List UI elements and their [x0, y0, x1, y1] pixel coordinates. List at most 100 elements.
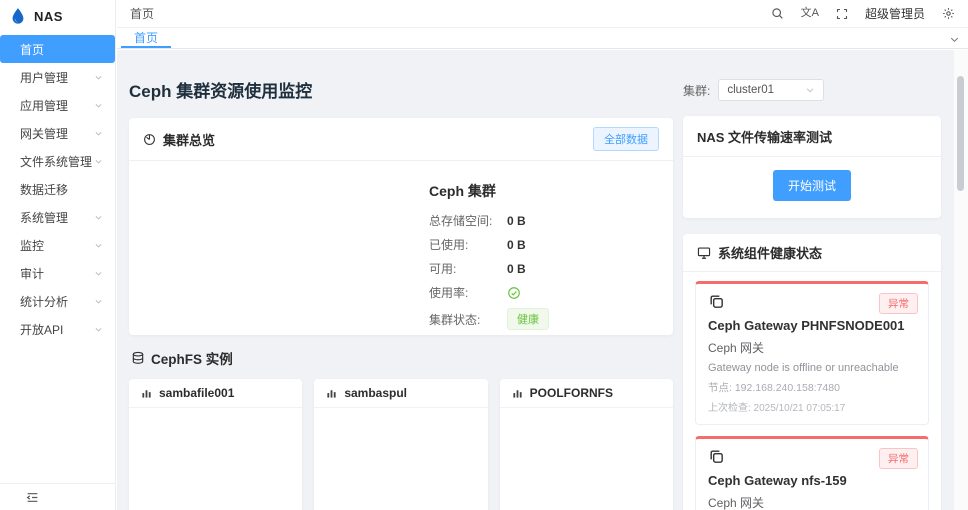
- sidebar-item-0[interactable]: 首页: [0, 35, 115, 63]
- status-badge: 健康: [507, 308, 549, 330]
- stat-row: 总存储空间: 0 B: [429, 212, 673, 229]
- sidebar-item-10[interactable]: 开放API: [0, 315, 115, 343]
- gateway-type: Ceph 网关: [708, 341, 765, 355]
- stat-label: 总存储空间:: [429, 214, 493, 228]
- gateway-name: Ceph Gateway PHNFSNODE001: [708, 318, 905, 333]
- sidebar-item-3[interactable]: 网关管理: [0, 119, 115, 147]
- instance-name: sambaspul: [344, 386, 408, 400]
- sidebar-item-8[interactable]: 审计: [0, 259, 115, 287]
- sidebar-item-label: 监控: [20, 238, 45, 253]
- instance-card-header: sambaspul: [314, 379, 488, 408]
- username[interactable]: 超级管理员: [865, 5, 925, 22]
- instance-card: sambaspul: [314, 379, 488, 510]
- sidebar-item-label: 文件系统管理: [20, 154, 93, 169]
- health-status-card: 系统组件健康状态 异常 Ceph Gateway PHNFSNODE001 Ceph…: [683, 234, 941, 510]
- all-data-button[interactable]: 全部数据: [593, 127, 659, 151]
- gateway-card-list: 异常 Ceph Gateway PHNFSNODE001 Ceph 网关 Gatewa…: [683, 272, 941, 510]
- sidebar-item-9[interactable]: 统计分析: [0, 287, 115, 315]
- cluster-info: Ceph 集群 总存储空间: 0 B 已使用: 0 B 可用: 0 B 使用率: 集群状态…: [429, 181, 673, 330]
- start-test-button[interactable]: 开始测试: [772, 170, 851, 201]
- sidebar: NAS 首页用户管理应用管理网关管理文件系统管理 数据迁移系统管理监控审计统计分析…: [0, 0, 116, 510]
- instance-card-header: sambafile001: [129, 379, 303, 408]
- bar-chart-icon: [512, 388, 523, 399]
- instance-card: POOLFORNFS: [499, 379, 673, 510]
- sidebar-item-5[interactable]: 数据迁移: [0, 175, 115, 203]
- app-root: NAS 首页用户管理应用管理网关管理文件系统管理 数据迁移系统管理监控审计统计分析…: [0, 0, 968, 510]
- chevron-down-icon: [94, 129, 103, 138]
- tab-home[interactable]: 首页: [121, 28, 172, 48]
- storage-icon: [131, 351, 145, 365]
- overview-title: 集群总览: [163, 132, 216, 148]
- cephfs-instances: sambafile001 sambaspul POOLFORNFS: [129, 379, 673, 510]
- fullscreen-icon[interactable]: [836, 8, 848, 20]
- stat-value: 0 B: [507, 261, 526, 276]
- sidebar-item-label: 数据迁移: [20, 182, 69, 197]
- usage-row: 使用率:: [429, 284, 673, 301]
- chevron-down-icon: [94, 241, 103, 250]
- stat-row: 已使用: 0 B: [429, 236, 673, 253]
- breadcrumb[interactable]: 首页: [130, 5, 154, 22]
- tabbar-chevron-down-icon[interactable]: [949, 32, 960, 50]
- main-content: Ceph 集群资源使用监控 集群总览 全部数据 Ceph 集群 总存储空间: 0 …: [117, 50, 968, 510]
- sidebar-item-label: 统计分析: [20, 294, 69, 309]
- scrollbar-thumb[interactable]: [957, 76, 964, 191]
- status-label: 集群状态:: [429, 312, 481, 327]
- speed-test-card: NAS 文件传输速率测试 开始测试: [683, 116, 941, 218]
- gear-icon[interactable]: [942, 7, 955, 20]
- cluster-overview-card: 集群总览 全部数据 Ceph 集群 总存储空间: 0 B 已使用: 0 B 可用: 0 B…: [129, 118, 673, 335]
- bar-chart-icon: [141, 388, 152, 399]
- tabbar: 首页: [117, 28, 968, 49]
- stat-value: 0 B: [507, 237, 526, 252]
- sidebar-footer: [0, 483, 115, 510]
- search-icon[interactable]: [771, 7, 784, 20]
- sidebar-item-label: 应用管理: [20, 98, 69, 113]
- status-row: 集群状态: 健康: [429, 308, 673, 330]
- speed-test-header: NAS 文件传输速率测试: [683, 116, 941, 157]
- instance-name: sambafile001: [159, 386, 235, 400]
- check-circle-icon: [507, 286, 521, 300]
- stat-label: 可用:: [429, 262, 457, 276]
- stat-value: 0 B: [507, 213, 526, 228]
- chevron-down-icon: [94, 157, 103, 166]
- topbar-actions: 文A 超级管理员: [771, 5, 955, 22]
- logo: NAS: [0, 0, 115, 32]
- sidebar-item-2[interactable]: 应用管理: [0, 91, 115, 119]
- sidebar-item-label: 审计: [20, 266, 45, 281]
- sidebar-item-label: 系统管理: [20, 210, 69, 225]
- gateway-status-badge: 异常: [879, 448, 918, 469]
- overview-card-header: 集群总览 全部数据: [129, 118, 673, 161]
- gateway-message: Gateway node is offline or unreachable: [708, 362, 899, 374]
- cluster-select-value: cluster01: [727, 84, 775, 96]
- sidebar-item-4[interactable]: 文件系统管理: [0, 147, 115, 175]
- gateway-node: 节点: 192.168.240.158:7480: [708, 382, 840, 394]
- cluster-stats: 总存储空间: 0 B 已使用: 0 B 可用: 0 B: [429, 212, 673, 277]
- sidebar-item-label: 用户管理: [20, 70, 69, 85]
- health-status-title: 系统组件健康状态: [718, 246, 823, 261]
- chevron-down-icon: [94, 101, 103, 110]
- chevron-down-icon: [805, 85, 815, 95]
- sidebar-item-6[interactable]: 系统管理: [0, 203, 115, 231]
- water-drop-logo-icon: [9, 7, 27, 25]
- cluster-select[interactable]: cluster01: [718, 79, 825, 101]
- cluster-select-row: 集群: cluster01: [683, 79, 941, 101]
- chevron-down-icon: [94, 325, 103, 334]
- cluster-name: Ceph 集群: [429, 183, 496, 199]
- sidebar-item-label: 开放API: [20, 322, 64, 337]
- page-title: Ceph 集群资源使用监控: [129, 82, 313, 101]
- bar-chart-icon: [326, 388, 337, 399]
- sidebar-item-1[interactable]: 用户管理: [0, 63, 115, 91]
- overview-body: Ceph 集群 总存储空间: 0 B 已使用: 0 B 可用: 0 B 使用率: 集群状态…: [129, 161, 673, 330]
- sidebar-item-label: 网关管理: [20, 126, 69, 141]
- tab-home-label: 首页: [134, 30, 159, 45]
- speed-test-title: NAS 文件传输速率测试: [697, 130, 833, 145]
- gateway-name: Ceph Gateway nfs-159: [708, 473, 847, 488]
- cephfs-section-title: CephFS 实例: [151, 352, 233, 367]
- instance-card-header: POOLFORNFS: [499, 379, 673, 408]
- language-icon[interactable]: 文A: [801, 8, 819, 19]
- usage-label: 使用率:: [429, 286, 469, 300]
- menu-fold-icon[interactable]: [26, 491, 39, 504]
- sidebar-item-7[interactable]: 监控: [0, 231, 115, 259]
- gateway-last-check: 上次检查: 2025/10/21 07:05:17: [708, 403, 846, 414]
- monitor-icon: [697, 246, 711, 260]
- chevron-down-icon: [94, 73, 103, 82]
